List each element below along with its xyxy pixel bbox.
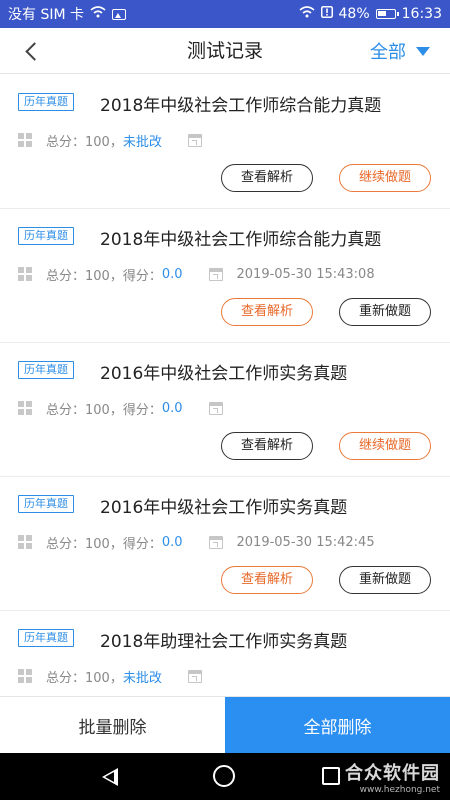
view-analysis-button[interactable]: 查看解析 — [221, 432, 313, 460]
status-text: 未批改 — [122, 670, 162, 686]
calendar-icon — [208, 401, 223, 415]
caret-down-icon — [416, 46, 430, 56]
redo-button[interactable]: 重新做题 — [339, 298, 431, 326]
grid-icon — [18, 267, 32, 281]
record-title: 2016年中级社会工作师实务真题 — [100, 364, 348, 384]
status-left: 没有 SIM 卡 — [8, 4, 126, 24]
score-text: 总分：100，得分： — [46, 536, 162, 552]
category-tag: 历年真题 — [18, 93, 74, 111]
record-title: 2016年中级社会工作师实务真题 — [100, 498, 348, 518]
record-meta: 总分：100，得分： 0.0 2019-05-30 15:42:45 — [18, 533, 375, 552]
watermark-name: 合众软件园 — [345, 763, 440, 784]
category-tag: 历年真题 — [18, 361, 74, 379]
redo-button[interactable]: 重新做题 — [339, 566, 431, 594]
status-text: 未批改 — [122, 134, 162, 150]
image-notification-icon — [112, 8, 126, 20]
score-text: 总分：100， — [46, 670, 123, 686]
record-meta: 总分：100， 未批改 — [18, 131, 216, 150]
status-bar: 没有 SIM 卡 48% 16:33 — [0, 0, 450, 28]
action-bar: 批量删除 全部删除 — [0, 696, 450, 753]
grid-icon — [18, 535, 32, 549]
record-date: 2019-05-30 15:43:08 — [236, 266, 375, 282]
carrier-text: 没有 SIM 卡 — [8, 7, 84, 23]
battery-icon — [375, 9, 399, 19]
grid-icon — [18, 133, 32, 147]
record-title: 2018年助理社会工作师实务真题 — [100, 632, 348, 652]
calendar-icon — [187, 669, 202, 683]
batch-delete-button[interactable]: 批量删除 — [0, 697, 225, 753]
score-text: 总分：100，得分： — [46, 268, 162, 284]
record-meta: 总分：100，得分： 0.0 — [18, 399, 237, 418]
record-title: 2018年中级社会工作师综合能力真题 — [100, 230, 382, 250]
list-item[interactable]: 历年真题 2018年中级社会工作师综合能力真题 总分：100， 未批改 查看解析… — [0, 75, 450, 209]
category-tag: 历年真题 — [18, 629, 74, 647]
list-item[interactable]: 历年真题 2016年中级社会工作师实务真题 总分：100，得分： 0.0 查看解… — [0, 343, 450, 477]
alert-icon — [320, 6, 333, 22]
battery-percent: 48% — [338, 6, 370, 22]
wifi-icon — [90, 6, 106, 22]
delete-all-button[interactable]: 全部删除 — [225, 697, 450, 753]
view-analysis-button[interactable]: 查看解析 — [221, 298, 313, 326]
filter-dropdown[interactable]: 全部 — [370, 28, 430, 74]
filter-label: 全部 — [370, 42, 406, 63]
status-right: 48% 16:33 — [298, 6, 442, 22]
score-text: 总分：100，得分： — [46, 402, 162, 418]
record-date: 2019-05-30 15:42:45 — [236, 534, 375, 550]
grid-icon — [18, 401, 32, 415]
list-item[interactable]: 历年真题 2018年中级社会工作师综合能力真题 总分：100，得分： 0.0 2… — [0, 209, 450, 343]
record-meta: 总分：100，得分： 0.0 2019-05-30 15:43:08 — [18, 265, 375, 284]
continue-button[interactable]: 继续做题 — [339, 432, 431, 460]
category-tag: 历年真题 — [18, 495, 74, 513]
chevron-left-icon — [24, 41, 44, 61]
continue-button[interactable]: 继续做题 — [339, 164, 431, 192]
wifi-signal-icon — [298, 6, 315, 22]
record-title: 2018年中级社会工作师综合能力真题 — [100, 96, 382, 116]
score-value: 0.0 — [161, 534, 183, 550]
header: 测试记录 全部 — [0, 28, 450, 74]
nav-home-icon[interactable] — [213, 765, 235, 787]
list-item[interactable]: 历年真题 2018年助理社会工作师实务真题 总分：100， 未批改 — [0, 611, 450, 696]
watermark-url: www.hezhong.net — [359, 785, 440, 795]
nav-back-icon[interactable] — [102, 768, 118, 786]
score-value: 0.0 — [161, 266, 183, 282]
calendar-icon — [208, 535, 223, 549]
clock: 16:33 — [401, 6, 442, 22]
record-meta: 总分：100， 未批改 — [18, 667, 216, 686]
system-nav-bar: 合众软件园 www.hezhong.net — [0, 753, 450, 800]
view-analysis-button[interactable]: 查看解析 — [221, 566, 313, 594]
view-analysis-button[interactable]: 查看解析 — [221, 164, 313, 192]
calendar-icon — [208, 267, 223, 281]
grid-icon — [18, 669, 32, 683]
nav-recent-apps-icon[interactable] — [322, 767, 340, 785]
calendar-icon — [187, 133, 202, 147]
score-value: 0.0 — [161, 400, 183, 416]
watermark: 合众软件园 www.hezhong.net — [345, 759, 440, 795]
back-button[interactable] — [16, 36, 46, 66]
score-text: 总分：100， — [46, 134, 123, 150]
record-list[interactable]: 历年真题 2018年中级社会工作师综合能力真题 总分：100， 未批改 查看解析… — [0, 75, 450, 696]
category-tag: 历年真题 — [18, 227, 74, 245]
list-item[interactable]: 历年真题 2016年中级社会工作师实务真题 总分：100，得分： 0.0 201… — [0, 477, 450, 611]
